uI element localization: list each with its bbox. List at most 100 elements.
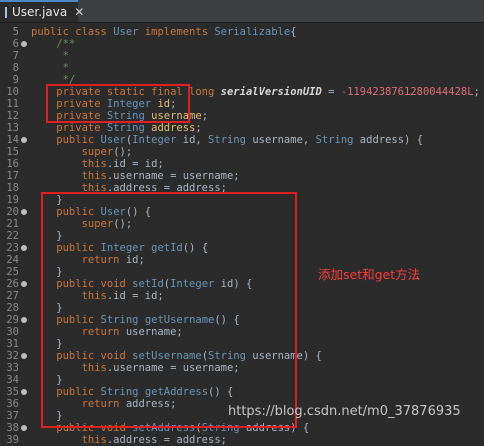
code-line: 16 this.id = id; xyxy=(0,158,484,170)
code-token: this xyxy=(31,158,107,170)
code-text: public User(Integer id, String username,… xyxy=(31,134,423,146)
editor-tab-bar: User.java ✕ xyxy=(0,0,484,23)
code-token: /** xyxy=(31,38,76,50)
line-number: 37 xyxy=(6,410,19,422)
code-text: /** xyxy=(31,38,75,50)
line-number: 31 xyxy=(6,338,19,350)
code-token: = xyxy=(321,86,341,98)
code-text: private String address; xyxy=(31,122,202,134)
code-text: super(); xyxy=(31,146,133,158)
code-token: ; xyxy=(195,122,202,134)
highlight-box-methods xyxy=(41,192,297,428)
code-token: address) { xyxy=(359,134,424,146)
line-number: 26 xyxy=(6,278,19,290)
fold-marker-icon[interactable] xyxy=(21,137,27,143)
code-token: .id = id; xyxy=(106,158,164,170)
line-number: 35 xyxy=(6,386,19,398)
fold-marker-icon[interactable] xyxy=(21,425,27,431)
line-number: 28 xyxy=(6,302,19,314)
line-number: 29 xyxy=(6,314,19,326)
code-line: 39 this.address = address; xyxy=(0,434,484,446)
code-token: super xyxy=(31,146,114,158)
line-number: 10 xyxy=(6,86,19,98)
line-number: 9 xyxy=(12,74,19,86)
annotation-text: 添加set和get方法 xyxy=(318,267,421,282)
code-line: 6 /** xyxy=(0,38,484,50)
fold-marker-icon[interactable] xyxy=(21,41,27,47)
watermark: https://blog.csdn.net/m0_37876935 xyxy=(228,404,461,419)
code-token: -1194238761280044428L xyxy=(340,86,474,98)
code-token: User xyxy=(100,134,126,146)
code-token: serialVersionUID xyxy=(220,86,322,98)
code-line: 17 this.username = username; xyxy=(0,170,484,182)
close-icon[interactable]: ✕ xyxy=(74,5,84,19)
line-number: 38 xyxy=(6,422,19,434)
code-token: { xyxy=(290,26,297,38)
code-line: 5 public class User implements Serializab… xyxy=(0,26,484,38)
line-number: 17 xyxy=(6,170,19,182)
line-number: 14 xyxy=(6,134,19,146)
line-number: 30 xyxy=(6,326,19,338)
code-token: String xyxy=(208,134,253,146)
line-number: 39 xyxy=(6,434,19,446)
line-number: 27 xyxy=(6,290,19,302)
code-text: this.id = id; xyxy=(31,158,164,170)
tab-label: User.java xyxy=(12,5,68,19)
code-token: implements xyxy=(144,26,215,38)
line-number: 11 xyxy=(6,98,19,110)
code-token: * xyxy=(31,62,69,74)
line-number: 13 xyxy=(6,122,19,134)
code-token: public class xyxy=(31,26,114,38)
code-token: id, xyxy=(182,134,209,146)
java-file-icon xyxy=(5,6,7,18)
code-text: * xyxy=(31,62,69,74)
line-number: 21 xyxy=(6,218,19,230)
line-number: 5 xyxy=(12,26,19,38)
code-token: .username = username; xyxy=(106,170,240,182)
line-number: 23 xyxy=(6,242,19,254)
code-token: .address = address; xyxy=(106,434,227,446)
line-number: 16 xyxy=(6,158,19,170)
line-number: 33 xyxy=(6,362,19,374)
line-number: 34 xyxy=(6,374,19,386)
code-token: Integer xyxy=(132,134,183,146)
code-token: User xyxy=(113,26,145,38)
code-text: * xyxy=(31,50,69,62)
line-number: 24 xyxy=(6,254,19,266)
line-number: 36 xyxy=(6,398,19,410)
code-line: 15 super(); xyxy=(0,146,484,158)
code-line: 13 private String address; xyxy=(0,122,484,134)
line-number: 20 xyxy=(6,206,19,218)
code-token: private xyxy=(31,122,107,134)
code-token: public xyxy=(31,134,101,146)
code-token: ; xyxy=(473,86,480,98)
tab-user-java[interactable]: User.java ✕ xyxy=(0,0,84,22)
code-token: address xyxy=(151,122,196,134)
line-number: 19 xyxy=(6,194,19,206)
code-text: public class User implements Serializabl… xyxy=(31,26,297,38)
line-number: 32 xyxy=(6,350,19,362)
line-number: 18 xyxy=(6,182,19,194)
code-token: this xyxy=(31,170,107,182)
line-number: 8 xyxy=(12,62,19,74)
code-line: 8 * xyxy=(0,62,484,74)
code-token: this xyxy=(31,434,107,446)
fold-marker-icon[interactable] xyxy=(21,389,27,395)
code-token: (); xyxy=(113,146,133,158)
code-token: * xyxy=(31,50,69,62)
line-number: 15 xyxy=(6,146,19,158)
code-text: this.address = address; xyxy=(31,434,227,446)
line-number: 22 xyxy=(6,230,19,242)
highlight-box-fields xyxy=(46,84,190,123)
fold-marker-icon[interactable] xyxy=(21,209,27,215)
code-token: String xyxy=(106,122,152,134)
fold-marker-icon[interactable] xyxy=(21,353,27,359)
fold-marker-icon[interactable] xyxy=(21,245,27,251)
code-token: username, xyxy=(252,134,316,146)
code-token: ; xyxy=(201,110,209,122)
code-token: Serializable xyxy=(214,26,291,38)
line-number: 6 xyxy=(12,38,19,50)
code-text: this.username = username; xyxy=(31,170,240,182)
fold-marker-icon[interactable] xyxy=(21,317,27,323)
fold-marker-icon[interactable] xyxy=(21,281,27,287)
